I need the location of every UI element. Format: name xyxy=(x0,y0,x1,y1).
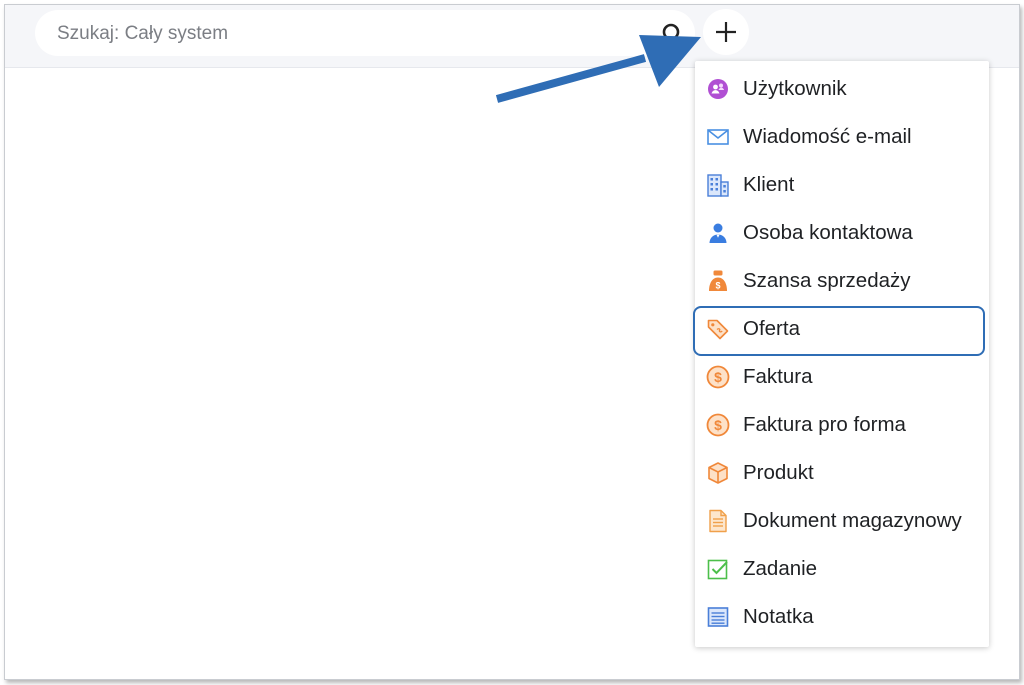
search-box[interactable] xyxy=(35,10,695,58)
menu-item-szansa-sprzedazy[interactable]: $ Szansa sprzedaży xyxy=(695,257,989,305)
app-window: Użytkownik Wiadomość e-mail xyxy=(4,4,1020,680)
menu-item-label: Wiadomość e-mail xyxy=(743,125,912,148)
menu-item-faktura-pro-forma[interactable]: $ Faktura pro forma xyxy=(695,401,989,449)
menu-item-uzytkownik[interactable]: Użytkownik xyxy=(695,65,989,113)
add-new-button[interactable] xyxy=(703,9,749,55)
building-icon xyxy=(706,173,730,197)
menu-item-osoba-kontaktowa[interactable]: Osoba kontaktowa xyxy=(695,209,989,257)
menu-item-label: Dokument magazynowy xyxy=(743,509,962,532)
svg-text:$: $ xyxy=(714,369,722,385)
menu-item-label: Faktura xyxy=(743,365,813,388)
document-icon xyxy=(706,509,730,533)
top-bar xyxy=(5,5,1019,68)
search-icon[interactable] xyxy=(661,22,685,46)
add-new-dropdown-menu: Użytkownik Wiadomość e-mail Klient Osoba… xyxy=(695,61,989,647)
user-badge-icon xyxy=(706,77,730,101)
checkbox-icon xyxy=(706,557,730,581)
box-icon xyxy=(706,461,730,485)
menu-item-label: Osoba kontaktowa xyxy=(743,221,913,244)
price-tag-icon xyxy=(706,317,730,341)
menu-item-label: Zadanie xyxy=(743,557,818,580)
menu-item-dokument-magazynowy[interactable]: Dokument magazynowy xyxy=(695,497,989,545)
envelope-icon xyxy=(706,125,730,149)
svg-text:$: $ xyxy=(715,281,720,291)
person-icon xyxy=(706,221,730,245)
menu-item-zadanie[interactable]: Zadanie xyxy=(695,545,989,593)
menu-item-wiadomosc-email[interactable]: Wiadomość e-mail xyxy=(695,113,989,161)
note-icon xyxy=(706,605,730,629)
menu-item-produkt[interactable]: Produkt xyxy=(695,449,989,497)
dollar-coin-icon: $ xyxy=(706,413,730,437)
menu-item-label: Produkt xyxy=(743,461,814,484)
menu-item-klient[interactable]: Klient xyxy=(695,161,989,209)
money-bag-icon: $ xyxy=(706,269,730,293)
svg-text:$: $ xyxy=(714,417,722,433)
menu-item-faktura[interactable]: $ Faktura xyxy=(695,353,989,401)
menu-item-label: Użytkownik xyxy=(743,77,847,100)
menu-item-notatka[interactable]: Notatka xyxy=(695,593,989,641)
plus-icon xyxy=(716,22,736,42)
menu-item-label: Klient xyxy=(743,173,795,196)
menu-item-label: Notatka xyxy=(743,605,814,628)
menu-item-label: Szansa sprzedaży xyxy=(743,269,911,292)
menu-item-oferta[interactable]: Oferta xyxy=(695,305,989,353)
search-input[interactable] xyxy=(55,10,639,58)
dollar-coin-icon: $ xyxy=(706,365,730,389)
menu-item-label: Faktura pro forma xyxy=(743,413,906,436)
menu-item-label: Oferta xyxy=(743,317,800,340)
